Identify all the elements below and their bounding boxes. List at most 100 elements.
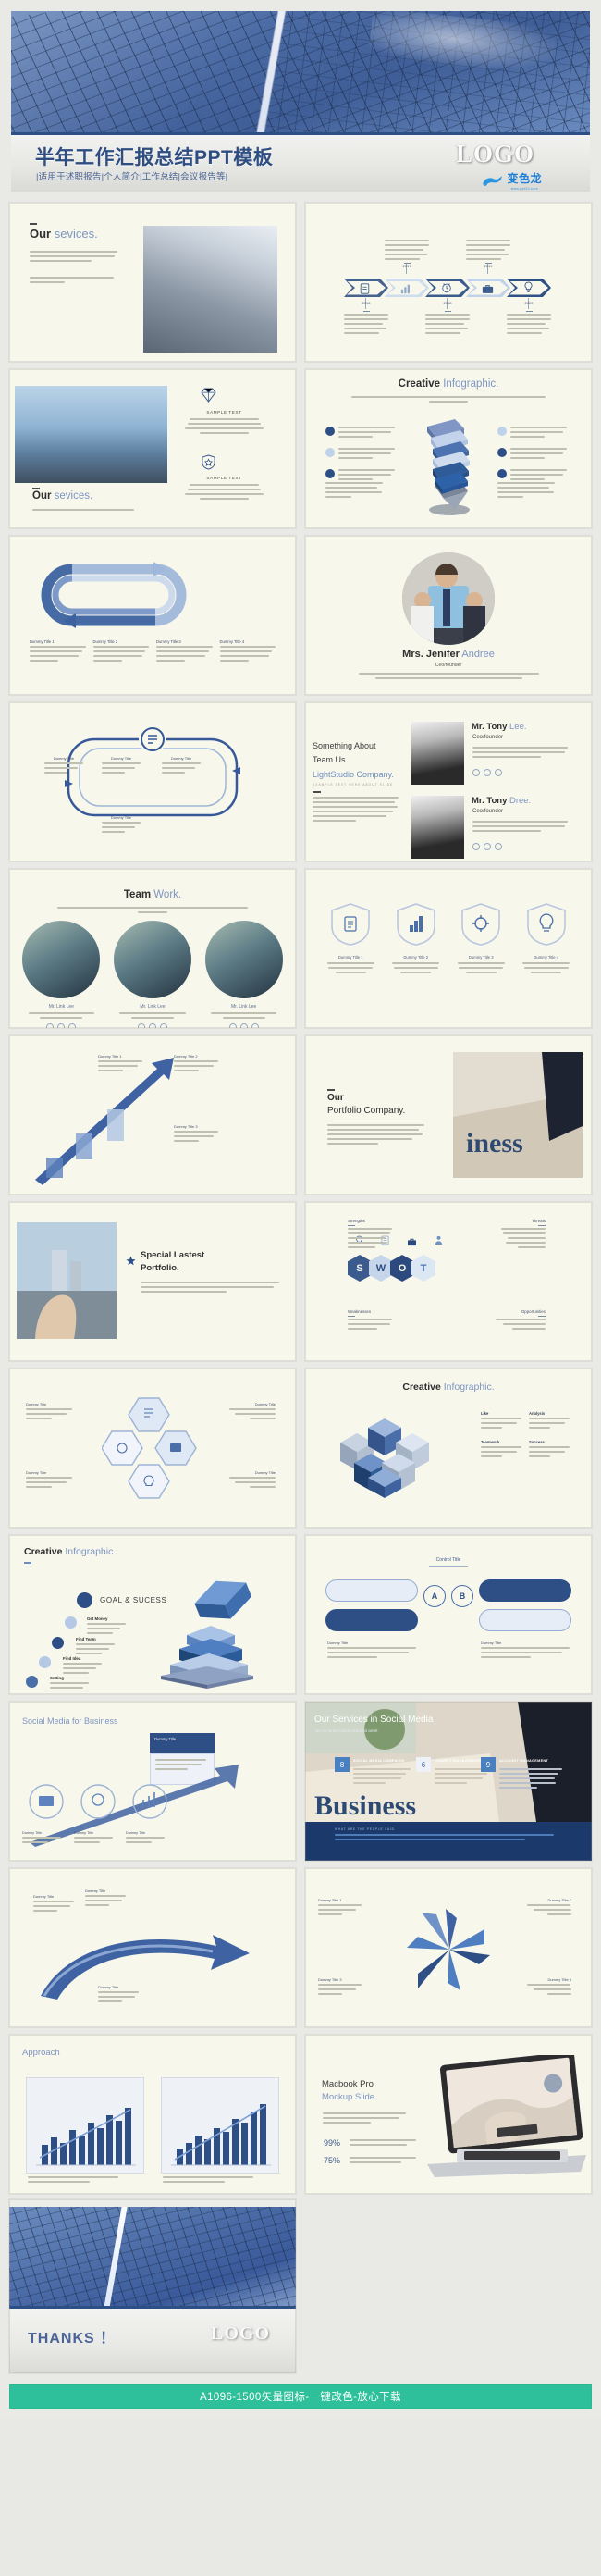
team-member-name: Mr. Link Lee [231,1004,257,1009]
social-label-1: Dummy Title [22,1831,65,1846]
slide-photo: iness [453,1052,583,1178]
about-heading-accent: LightStudio Company. [313,770,394,779]
thanks-logo: LOGO [210,2323,270,2344]
briefcase-icon [407,1234,417,1251]
slide-thumbnail-grid: Our sevices. 2017 2019 2016 2018 2020 Ou… [0,203,601,2199]
team-member[interactable]: Mr. Link Lee [204,921,283,1028]
slide-title-light: Work. [153,889,182,900]
about-rule [313,791,321,793]
slide-social-media-business[interactable]: Social Media for Business Dummy Title Du… [9,1702,296,1861]
member-1-socials[interactable] [472,769,502,776]
slide-portfolio-company[interactable]: Our Portfolio Company. iness [305,1035,592,1195]
twitter-icon[interactable] [472,843,480,850]
curve-label-3-text: Dummy Title [98,1985,119,1989]
twitter-icon[interactable] [472,769,480,776]
facebook-icon[interactable] [239,1023,248,1028]
team-member-name: Mr. Link Lee [48,1004,74,1009]
shield-label-3: Dummy Title 3 [468,955,494,960]
instagram-icon[interactable] [68,1023,77,1028]
slide-subtitle [351,396,546,405]
slide-macbook-mockup[interactable]: Macbook Pro Mockup Slide. 99% 75% [305,2035,592,2194]
slide-title-bold: Team [123,889,152,900]
about-body [313,797,399,824]
hex-label-4-text: Dummy Title [254,1470,276,1475]
instagram-icon[interactable] [495,843,502,850]
slide-about-team[interactable]: Something About Team Us LightStudio Comp… [305,702,592,861]
cycle-label-4: Dummy Title [102,815,141,836]
slide-creative-infographic-pencil[interactable]: Creative Infographic. [305,369,592,528]
slide-compare-a-b[interactable]: Control Title A B Dummy Title Dummy Titl… [305,1535,592,1694]
hexagon-honeycomb-graphic [101,1396,203,1500]
member-2-socials[interactable] [472,843,502,850]
briefcase-icon [482,282,494,299]
slide-title-bold: Creative [398,378,441,390]
team-member-socials[interactable] [114,1023,192,1028]
slide-approach[interactable]: Approach [9,2035,296,2194]
compare-letter-b: B [451,1585,473,1607]
slide-our-services-1[interactable]: Our sevices. [9,203,296,362]
slide-creative-infographic-cubes[interactable]: Creative Infographic. Like Analysis Team… [305,1368,592,1528]
slide-infinity-diagram[interactable]: Dummy Title 1 Dummy Title 2 Dummy Title … [9,536,296,695]
swot-label-threats: Threats [532,1219,546,1223]
bar-chart-icon [400,282,411,299]
slide-goal-and-sucess[interactable]: Creative Infographic. GOAL & SUCESS Get … [9,1535,296,1694]
chart-card-2 [161,2077,279,2174]
twitter-icon[interactable] [138,1023,145,1028]
bullets-right [497,427,571,483]
step-label-3: Find Idea [63,1656,81,1661]
slide-arrow-growth[interactable]: Dummy Title 1 Dummy Title 2 Dummy Title … [9,1035,296,1195]
slide-special-lastest-portfolio[interactable]: Special Lastest Portfolio. [9,1202,296,1361]
step-label-2: Find Team [76,1637,96,1641]
facebook-icon[interactable] [57,1023,66,1028]
slide-curved-arrow[interactable]: Dummy Title Dummy Title Dummy Title [9,1868,296,2027]
slide-profile-jenifer[interactable]: Mrs. Jenifer Andree Ceo/founder [305,536,592,695]
slide-cycle-diagram[interactable]: Dummy Title Dummy Title Dummy Title Dumm… [9,702,296,861]
team-member[interactable]: Mr. Link Lee [114,921,192,1028]
team-member-socials[interactable] [204,1023,283,1028]
instagram-icon[interactable] [251,1023,259,1028]
slide-timeline[interactable]: 2017 2019 2016 2018 2020 [305,203,592,362]
team-member-list: Mr. Link Lee Mr. Link Lee Mr. Link Lee [22,921,283,1028]
cube-label-2: Analysis [529,1411,546,1416]
instagram-icon[interactable] [495,769,502,776]
slide-services-social-media[interactable]: Business Our Services in Social Media we… [305,1702,592,1861]
pinwheel-label-1-text: Dummy Title 1 [318,1898,342,1902]
team-member[interactable]: Mr. Link Lee [22,921,101,1028]
slide-title-light: Infographic. [443,1381,495,1393]
twitter-icon[interactable] [46,1023,55,1028]
social-label-3: Dummy Title [126,1831,168,1846]
stat-value-2: 75% [324,2156,341,2165]
team-member-socials[interactable] [22,1023,101,1028]
shield-item: Dummy Title 3 [456,902,507,976]
title-rule [24,1562,31,1564]
timeline-year-2018: 2018 [443,301,452,305]
item-body-1 [185,418,264,437]
about-heading-1: Something About [313,741,376,750]
slide-hex-honeycomb[interactable]: Dummy Title Dummy Title Dummy Title Dumm… [9,1368,296,1528]
slide-title-bold: Creative [402,1381,441,1393]
slide-team-work[interactable]: Team Work. Mr. Link Lee Mr. Link Lee Mr.… [9,869,296,1028]
instagram-icon[interactable] [160,1023,167,1028]
slide-our-services-2[interactable]: Our sevices. SAMPLE TEXT SAMPLE TEXT [9,369,296,528]
slide-title: Social Media for Business [22,1716,118,1726]
hex-label-1: Dummy Title [26,1402,72,1422]
slide-swot[interactable]: S W O T Strengths Threats Weaknesses Opp… [305,1202,592,1361]
cycle-label-2: Dummy Title [102,756,141,776]
swot-hex-o: O [390,1255,414,1282]
facebook-icon[interactable] [484,769,491,776]
swot-opportunities: Opportunities [496,1309,546,1332]
quote-text [305,1831,592,1840]
quote-bar: WHAT ARE THE PEOPLE SAID [305,1822,592,1861]
facebook-icon[interactable] [484,843,491,850]
slide-shield-icons[interactable]: Dummy Title 1 Dummy Title 2 Dummy Title … [305,869,592,1028]
facebook-icon[interactable] [149,1023,156,1028]
slide-thanks[interactable]: THANKS ！ LOGO [9,2199,296,2373]
twitter-icon[interactable] [228,1023,237,1028]
slide-pinwheel[interactable]: Dummy Title 1 Dummy Title 2 Dummy Title … [305,1868,592,2027]
stat-body-1 [350,2139,416,2149]
swot-hexagons: S W O T [348,1255,435,1282]
3d-pyramid-stack-graphic [155,1578,266,1689]
service-num-3: 9 [481,1757,496,1772]
slide-subtitle: we do lorem ipsum dolor sit amet [315,1728,378,1733]
download-banner[interactable]: A1096-1500矢量图标-一键改色-放心下载 [9,2384,592,2409]
